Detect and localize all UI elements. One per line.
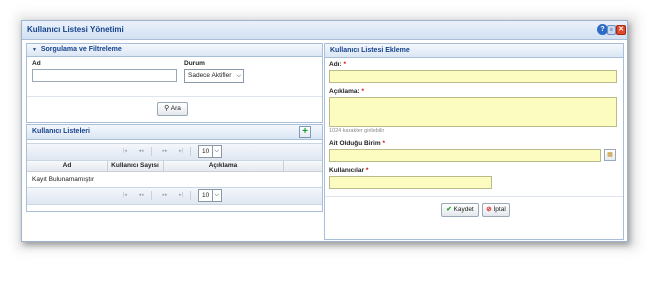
column-header-aciklama[interactable]: Açıklama	[163, 162, 283, 169]
check-icon: ✔	[446, 206, 452, 213]
list-panel: Kullanıcı Listeleri + |◂ ◂◂ ▸▸ ▸| 10 ⌵ A…	[26, 124, 323, 212]
adi-input[interactable]	[329, 70, 617, 83]
form-panel: Kullanıcı Listesi Ekleme Adı: * Açıklama…	[324, 43, 624, 240]
chevron-down-icon: ⌵	[212, 146, 219, 157]
first-page-icon[interactable]: |◂	[119, 147, 131, 156]
toolbar-separator	[151, 191, 152, 200]
next-page-icon[interactable]: ▸▸	[159, 191, 171, 200]
add-list-button[interactable]: +	[299, 126, 311, 138]
main-window: Kullanıcı Listesi Yönetimi ? ≡ ✕ ▼ Sorgu…	[21, 20, 628, 242]
kullanicilar-label: Kullanıcılar *	[329, 167, 369, 174]
toolbar-separator	[190, 147, 191, 156]
last-page-icon[interactable]: ▸|	[175, 147, 187, 156]
durum-select-value: Sadece Aktifler	[188, 72, 232, 79]
collapse-icon[interactable]: ▼	[32, 47, 37, 53]
search-icon: ⚲	[164, 105, 170, 112]
durum-select[interactable]: Sadece Aktifler ⌵	[184, 69, 244, 83]
list-panel-title: Kullanıcı Listeleri	[32, 128, 90, 135]
page-size-select[interactable]: 10 ⌵	[198, 189, 222, 202]
prev-page-icon[interactable]: ◂◂	[135, 191, 147, 200]
column-header-ad[interactable]: Ad	[27, 162, 107, 169]
filter-panel-title: Sorgulama ve Filtreleme	[40, 46, 122, 53]
prev-page-icon[interactable]: ◂◂	[135, 147, 147, 156]
kullanicilar-input[interactable]	[329, 176, 492, 189]
empty-grid-message: Kayıt Bulunamamıştır	[32, 176, 95, 183]
page-size-select[interactable]: 10 ⌵	[198, 145, 222, 158]
form-panel-title: Kullanıcı Listesi Ekleme	[330, 47, 410, 54]
info-icon[interactable]: ≡	[607, 25, 616, 35]
ad-label: Ad	[32, 60, 41, 67]
pagination-toolbar-top: |◂ ◂◂ ▸▸ ▸| 10 ⌵	[27, 143, 322, 161]
window-title: Kullanıcı Listesi Yönetimi	[27, 25, 124, 34]
page-size-value: 10	[202, 192, 210, 199]
filter-panel-header[interactable]: ▼ Sorgulama ve Filtreleme	[27, 44, 322, 57]
aciklama-textarea[interactable]	[329, 97, 617, 127]
last-page-icon[interactable]: ▸|	[175, 191, 187, 200]
close-icon[interactable]: ✕	[616, 25, 626, 35]
chevron-down-icon: ⌵	[212, 190, 219, 201]
pagination-toolbar-bottom: |◂ ◂◂ ▸▸ ▸| 10 ⌵	[27, 187, 322, 205]
birim-lookup-button[interactable]: ▦	[604, 149, 616, 161]
search-button[interactable]: ⚲ Ara	[157, 102, 188, 116]
filter-panel: ▼ Sorgulama ve Filtreleme Ad Durum Sadec…	[26, 43, 323, 123]
cancel-icon: ⊘	[486, 206, 492, 213]
ad-search-input[interactable]	[32, 69, 177, 82]
durum-label: Durum	[184, 60, 205, 67]
grid-header: Ad Kullanıcı Sayısı Açıklama	[27, 161, 322, 172]
adi-label: Adı: *	[329, 61, 346, 68]
char-limit-hint: 1024 karakter girilebilir	[329, 128, 385, 134]
toolbar-separator	[151, 147, 152, 156]
first-page-icon[interactable]: |◂	[119, 191, 131, 200]
birim-label: Ait Olduğu Birim *	[329, 140, 385, 147]
save-button[interactable]: ✔ Kaydet	[441, 203, 479, 217]
page-size-value: 10	[202, 148, 210, 155]
folder-tree-icon: ▦	[607, 152, 613, 158]
form-panel-header: Kullanıcı Listesi Ekleme	[325, 44, 623, 58]
birim-input[interactable]	[329, 149, 601, 162]
window-titlebar: Kullanıcı Listesi Yönetimi ? ≡ ✕	[22, 21, 627, 40]
cancel-button-label: İptal	[493, 206, 506, 213]
cancel-button[interactable]: ⊘ İptal	[482, 203, 510, 217]
search-button-label: Ara	[170, 105, 181, 112]
divider	[325, 196, 623, 197]
save-button-label: Kaydet	[453, 206, 474, 213]
plus-icon: +	[302, 126, 308, 137]
column-header-kullanici-sayisi[interactable]: Kullanıcı Sayısı	[107, 162, 163, 169]
aciklama-label: Açıklama: *	[329, 88, 365, 95]
divider	[27, 96, 322, 97]
list-panel-header: Kullanıcı Listeleri	[27, 125, 322, 140]
toolbar-separator	[190, 191, 191, 200]
next-page-icon[interactable]: ▸▸	[159, 147, 171, 156]
chevron-down-icon: ⌵	[236, 73, 241, 79]
